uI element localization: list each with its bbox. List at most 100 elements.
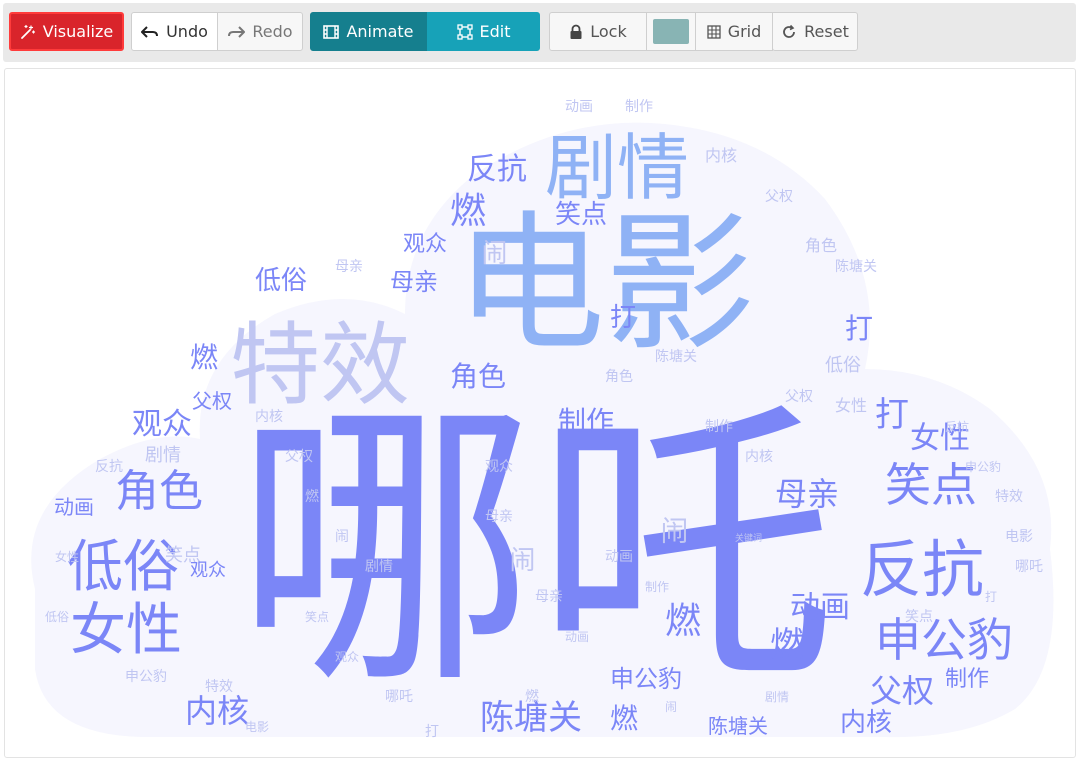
- cloud-word: 反抗: [467, 152, 527, 187]
- animate-label: Animate: [346, 22, 414, 41]
- cloud-word-small: 燃: [305, 488, 319, 505]
- cloud-word: 燃: [190, 341, 218, 374]
- cloud-word-small: 制作: [645, 580, 669, 594]
- cloud-word: 打: [845, 312, 873, 345]
- cloud-word-small: 角色: [605, 368, 633, 385]
- lock-button[interactable]: Lock: [549, 12, 647, 51]
- cloud-word: 燃: [770, 625, 804, 665]
- cloud-word: 角色: [450, 360, 506, 393]
- cloud-word-small: 哪吒: [1015, 559, 1043, 575]
- cloud-word-small: 母亲: [535, 589, 563, 605]
- cloud-word-small: 闹: [335, 529, 349, 545]
- cloud-word: 动画: [54, 495, 94, 519]
- cloud-word-small: 特效: [995, 489, 1023, 505]
- cloud-word: 笑点: [555, 200, 607, 230]
- cloud-word-small: 低俗: [825, 355, 861, 376]
- cloud-word-small: 打: [985, 590, 997, 604]
- undo-arrow-icon: [141, 25, 159, 39]
- cloud-word-small: 哪吒: [385, 689, 413, 705]
- cloud-word: 闹: [505, 546, 535, 572]
- cloud-word: 申公豹: [875, 613, 1013, 667]
- visualize-label: Visualize: [42, 22, 114, 41]
- cloud-word-small: 观众: [335, 650, 359, 664]
- cloud-word-small: 动画: [565, 630, 589, 644]
- cloud-word: 特效: [230, 313, 410, 418]
- cloud-word: 闹: [657, 516, 690, 544]
- toolbar: Visualize Undo Redo Animate Edit Lock Gr…: [3, 3, 1076, 62]
- cloud-word: 母亲: [390, 268, 438, 296]
- visualize-button[interactable]: Visualize: [9, 12, 124, 51]
- undo-label: Undo: [166, 22, 208, 41]
- cloud-word-small: 父权: [765, 189, 793, 205]
- cloud-word-small: 女性: [55, 549, 79, 564]
- cloud-word-small: 陈塘关: [655, 348, 697, 365]
- redo-label: Redo: [252, 22, 293, 41]
- cloud-word-small: 角色: [805, 236, 837, 255]
- cloud-word: 女性: [70, 598, 182, 663]
- undo-button[interactable]: Undo: [131, 12, 218, 51]
- cloud-word: 闹: [477, 239, 507, 265]
- word-cloud: 哪吒电影特效剧情反抗反抗低俗低俗女性女性申公豹申公豹笑点笑点角色角色陈塘关 陈塘关…: [31, 99, 1054, 740]
- cloud-word-small: 打: [425, 723, 439, 740]
- cloud-word: 燃: [450, 191, 486, 232]
- edit-button[interactable]: Edit: [427, 12, 540, 51]
- cloud-word: 燃: [610, 702, 638, 735]
- cloud-word-small: 动画: [605, 549, 633, 565]
- cloud-word: 内核: [185, 692, 249, 730]
- cloud-word: 父权: [870, 672, 934, 710]
- cloud-word-small: 母亲: [485, 509, 513, 525]
- cloud-word: 制作: [558, 405, 614, 438]
- cloud-word-small: 动画: [565, 99, 593, 115]
- cloud-word-small: 观众: [485, 459, 513, 475]
- cloud-word-small: 女性: [835, 396, 867, 415]
- reset-button[interactable]: Reset: [772, 12, 858, 51]
- cloud-word-small: 燃: [525, 688, 539, 705]
- cloud-word-small: 笑点: [905, 609, 933, 625]
- word-cloud-canvas[interactable]: 哪吒 电影 特效 剧情 反抗 反抗 低俗 低俗 女性 女性 申公豹 申公豹 笑点 笑点 角色 角色 陈塘关 陈塘关…: [4, 68, 1076, 758]
- cloud-word-small: 剧情: [145, 445, 181, 466]
- cloud-word: 观众: [403, 232, 447, 257]
- cloud-word-small: 内核: [255, 409, 283, 425]
- grid-button[interactable]: Grid: [695, 12, 773, 51]
- grid-icon: [707, 24, 721, 39]
- cloud-word-small: 剧情: [365, 559, 393, 575]
- color-picker-button[interactable]: [646, 12, 696, 51]
- cloud-word-small: 特效: [205, 679, 233, 695]
- vector-edit-icon: [456, 23, 473, 40]
- redo-arrow-icon: [227, 25, 246, 39]
- cloud-word: 哪吒: [235, 375, 835, 724]
- cloud-word: 陈塘关: [708, 714, 768, 738]
- cloud-word: 内核: [840, 708, 892, 738]
- animate-button[interactable]: Animate: [310, 12, 427, 51]
- cloud-word-small: 申公豹: [125, 669, 167, 685]
- cloud-word: 剧情: [545, 126, 689, 210]
- cloud-word-small: 母亲: [335, 259, 363, 275]
- cloud-word: 打: [875, 395, 909, 435]
- reset-icon: [781, 24, 797, 40]
- color-swatch: [653, 19, 689, 44]
- cloud-word: 制作: [945, 667, 989, 692]
- cloud-word-small: 笑点: [305, 609, 329, 624]
- grid-label: Grid: [727, 22, 762, 41]
- cloud-word: 低俗: [67, 535, 179, 600]
- cloud-word: 燃: [665, 601, 701, 642]
- cloud-word: 反抗: [860, 533, 984, 606]
- cloud-word-small: 内核: [745, 449, 773, 465]
- cloud-word: 角色: [115, 466, 203, 517]
- cloud-word: 关键词: [735, 532, 762, 544]
- cloud-word-small: 反抗: [945, 419, 969, 434]
- cloud-word: 打: [610, 303, 636, 333]
- cloud-word: 母亲: [775, 475, 839, 513]
- cloud-word-small: 内核: [705, 146, 737, 165]
- cloud-word-small: 父权: [285, 449, 313, 465]
- cloud-word: 笑点: [885, 458, 977, 512]
- cloud-word-small: 制作: [705, 419, 733, 435]
- magic-wand-icon: [20, 24, 36, 40]
- redo-button[interactable]: Redo: [217, 12, 303, 51]
- cloud-word: 观众: [132, 407, 192, 442]
- cloud-word-small: 申公豹: [965, 459, 1001, 474]
- cloud-word: 动画: [790, 590, 850, 625]
- cloud-word-small: 电影: [1005, 529, 1033, 545]
- lock-label: Lock: [590, 22, 627, 41]
- film-icon: [323, 24, 340, 40]
